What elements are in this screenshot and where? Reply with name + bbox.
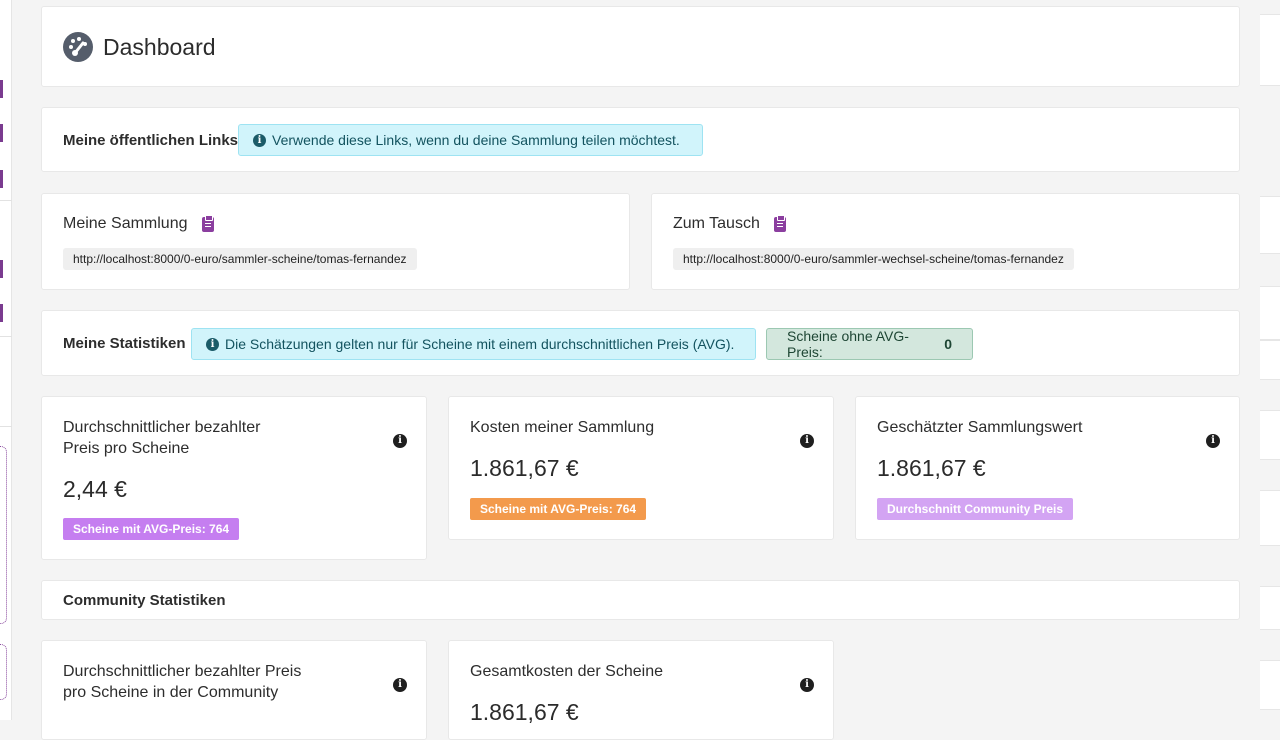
stat-card-avg-price: Durchschnittlicher bezahlter Preis pro S… [41,396,427,560]
sidebar-marker[interactable] [0,304,3,322]
public-links-label: Meine öffentlichen Links [63,132,239,149]
my-stats-bar: Meine Statistiken i Die Schätzungen gelt… [41,310,1240,376]
my-stats-info-text: Die Schätzungen gelten nur für Scheine m… [225,336,735,352]
info-circle-icon[interactable]: i [393,434,407,448]
info-circle-icon[interactable]: i [800,678,814,692]
exchange-link-card: Zum Tausch http://localhost:8000/0-euro/… [651,193,1240,290]
right-panel-cell [1260,340,1280,380]
collection-title: Meine Sammlung [63,215,188,232]
stat-card-value: 2,44 € [63,476,127,502]
dashboard-header: Dashboard [41,6,1240,87]
right-panel-cell [1260,286,1280,340]
info-circle-icon[interactable]: i [800,434,814,448]
sidebar-marker[interactable] [0,80,3,98]
sidebar-divider [0,200,12,201]
left-sidebar-edge [0,0,12,720]
right-panel-cell [1260,660,1280,710]
stat-card-value: 1.861,67 € [877,455,986,481]
exchange-title: Zum Tausch [673,215,760,232]
right-panel-cell [1260,586,1280,630]
public-links-info-alert: i Verwende diese Links, wenn du deine Sa… [238,124,703,156]
collection-link-card: Meine Sammlung http://localhost:8000/0-e… [41,193,630,290]
community-card-avg-price: Durchschnittlicher bezahlter Preis pro S… [41,640,427,740]
stat-card-title: Durchschnittlicher bezahlter Preis pro S… [63,663,302,701]
stat-card-title: Kosten meiner Sammlung [470,419,655,436]
right-panel-edge [1260,0,1280,720]
sidebar-divider [0,426,12,427]
clipboard-icon[interactable] [773,214,786,232]
collection-url[interactable]: http://localhost:8000/0-euro/sammler-sch… [63,248,417,270]
sidebar-dotted-box [0,644,7,700]
stat-card-badge: Scheine mit AVG-Preis: 764 [63,518,240,540]
sidebar-marker[interactable] [0,124,3,142]
no-avg-price-label: Scheine ohne AVG-Preis: [787,328,909,360]
right-panel-cell [1260,14,1280,86]
my-stats-label: Meine Statistiken [63,335,186,352]
stat-card-title: Durchschnittlicher bezahlter Preis pro S… [63,419,261,457]
right-panel-cell [1260,196,1280,254]
sidebar-dotted-box [0,446,7,624]
community-stats-bar: Community Statistiken [41,580,1240,620]
stat-card-value: 1.861,67 € [470,699,579,725]
gauge-icon [63,32,93,62]
right-panel-cell [1260,490,1280,546]
stat-card-estimated-value: Geschätzter Sammlungswert i 1.861,67 € D… [855,396,1240,540]
sidebar-divider [0,336,12,337]
info-circle-icon: i [206,337,219,351]
page-title: Dashboard [103,33,216,60]
community-card-total-cost: Gesamtkosten der Scheine i 1.861,67 € [448,640,834,740]
right-panel-cell [1260,410,1280,460]
stat-card-title: Geschätzter Sammlungswert [877,419,1083,436]
public-links-bar: Meine öffentlichen Links i Verwende dies… [41,107,1240,172]
info-circle-icon[interactable]: i [393,678,407,692]
sidebar-marker[interactable] [0,170,3,188]
no-avg-price-count: 0 [944,336,952,352]
stat-card-badge: Durchschnitt Community Preis [877,498,1074,520]
stat-card-value: 1.861,67 € [470,455,579,481]
info-circle-icon: i [253,133,266,147]
info-circle-icon[interactable]: i [1206,434,1220,448]
community-stats-label: Community Statistiken [63,592,226,609]
no-avg-price-alert: Scheine ohne AVG-Preis: 0 [766,328,973,360]
stat-card-badge: Scheine mit AVG-Preis: 764 [470,498,647,520]
public-links-info-text: Verwende diese Links, wenn du deine Samm… [272,132,680,148]
sidebar-marker[interactable] [0,260,3,278]
clipboard-icon[interactable] [201,214,214,232]
stat-card-title: Gesamtkosten der Scheine [470,663,663,680]
exchange-url[interactable]: http://localhost:8000/0-euro/sammler-wec… [673,248,1074,270]
stat-card-collection-cost: Kosten meiner Sammlung i 1.861,67 € Sche… [448,396,834,540]
my-stats-info-alert: i Die Schätzungen gelten nur für Scheine… [191,328,756,360]
